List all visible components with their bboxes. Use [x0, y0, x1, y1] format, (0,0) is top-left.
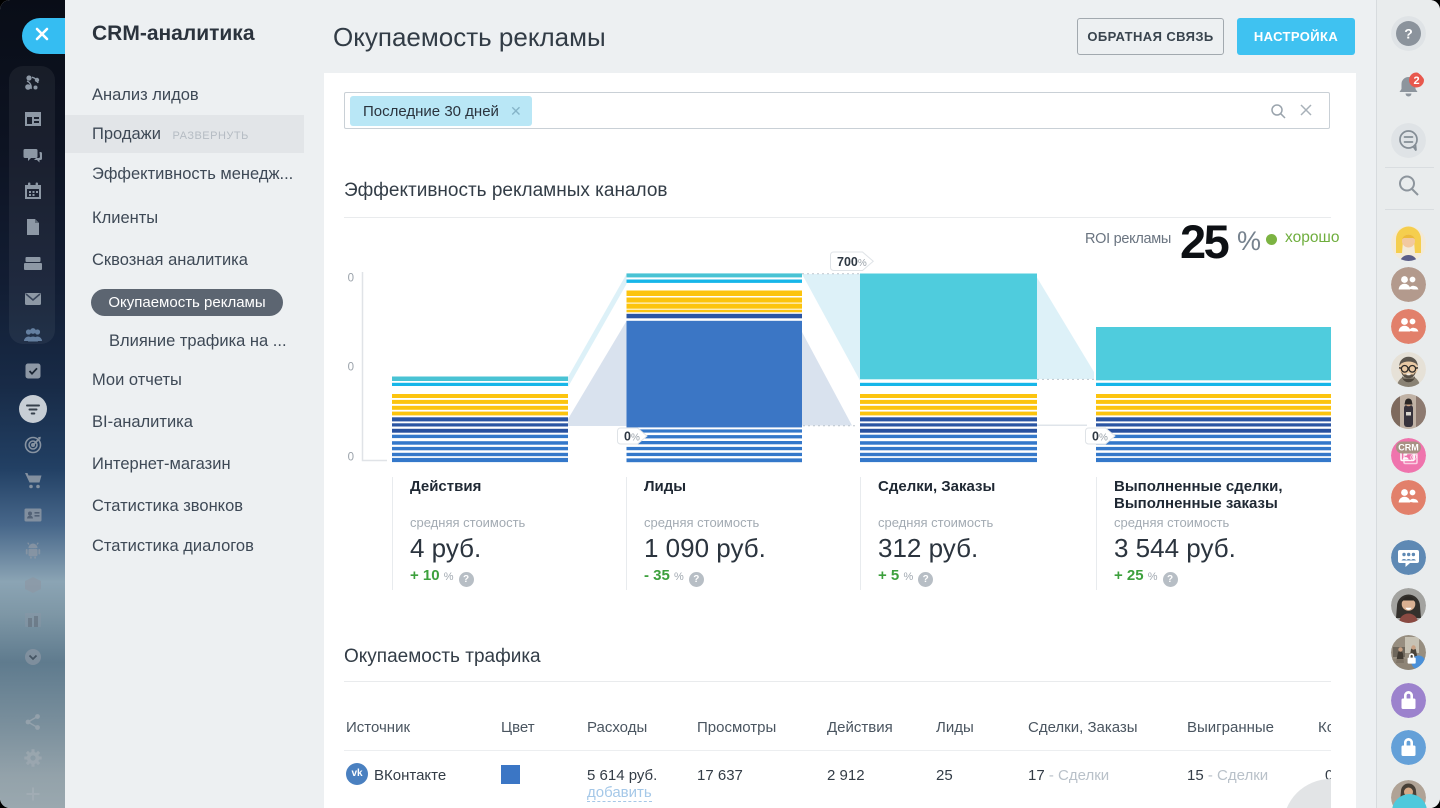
- svg-text:?: ?: [1404, 25, 1413, 41]
- svg-text:0%: 0%: [624, 430, 640, 444]
- svg-text:0: 0: [348, 452, 354, 464]
- svg-text:2: 2: [1413, 74, 1419, 86]
- svg-text:0%: 0%: [1092, 430, 1108, 444]
- svg-text:CRM: CRM: [1398, 442, 1419, 452]
- svg-text:700%: 700%: [837, 255, 867, 269]
- svg-text:0: 0: [348, 362, 354, 374]
- svg-text:0: 0: [348, 273, 354, 285]
